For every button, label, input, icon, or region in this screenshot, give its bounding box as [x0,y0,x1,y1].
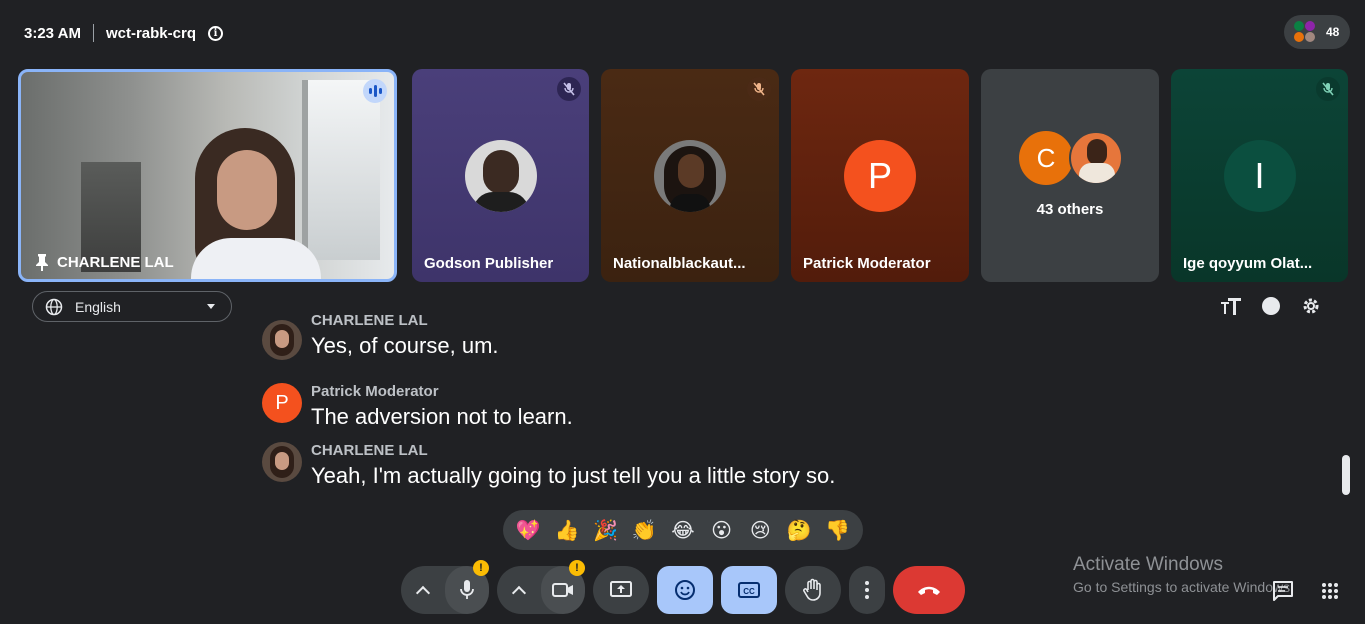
speaker-avatar: P [262,383,302,423]
reaction-thumbs-down[interactable]: 👎 [823,518,853,542]
more-options-button[interactable] [849,566,885,614]
leave-call-button[interactable] [893,566,965,614]
watermark-title: Activate Windows [1073,554,1223,575]
participant-name: Godson Publisher [424,255,554,272]
participant-video [191,128,321,279]
caption-speaker: Patrick Moderator [311,383,439,400]
meeting-code: wct-rabk-crq [105,24,196,42]
participant-avatar: P [844,140,916,212]
reaction-thumbs-up[interactable]: 👍 [552,518,582,542]
others-count-label: 43 others [1036,201,1104,218]
header-divider [92,24,94,42]
participant-name: Patrick Moderator [803,255,931,272]
chevron-up-icon [511,585,527,600]
participant-avatar [464,140,537,212]
participants-button[interactable]: 48 [1284,15,1350,49]
chat-button[interactable] [1270,578,1296,604]
camera-warning-badge: ! [569,560,585,576]
activities-button[interactable] [1317,578,1343,604]
gear-icon[interactable] [1300,295,1322,317]
caption-text: Yes, of course, um. [311,333,499,358]
emoji-reactions-button[interactable] [657,566,713,614]
participant-tile-ige[interactable]: I Ige qoyyum Olat... [1171,69,1348,282]
participant-tile-godson[interactable]: Godson Publisher [412,69,589,282]
watermark-subtitle: Go to Settings to activate Windows. [1073,579,1294,595]
reactions-bar: 💖 👍 🎉 👏 😂 😮 😢 🤔 👎 [503,510,863,550]
reaction-party-popper[interactable]: 🎉 [591,518,621,542]
participant-tile-patrick[interactable]: P Patrick Moderator [791,69,969,282]
font-color-icon[interactable] [1260,295,1282,317]
present-screen-icon [610,581,632,597]
camera-options-button[interactable] [497,566,541,614]
mic-control-group: ! [401,560,489,614]
activate-windows-watermark: Activate Windows Go to Settings to activ… [1073,554,1294,595]
mic-warning-badge: ! [473,560,489,576]
mic-off-icon [747,77,771,101]
caption-tools [1220,295,1322,317]
info-icon[interactable]: i [208,25,223,41]
speaker-avatar [262,442,302,482]
mic-off-icon [557,77,581,101]
meeting-header: 3:23 AM wct-rabk-crq i [24,22,223,44]
reaction-surprised[interactable]: 😮 [707,518,737,542]
others-avatar-photo [1069,131,1123,185]
camera-icon [552,583,573,597]
camera-button[interactable]: ! [541,560,585,614]
reaction-laughing[interactable]: 😂 [668,518,698,542]
captions-scrollbar[interactable] [1342,455,1350,495]
present-button[interactable] [593,566,649,614]
more-vert-icon [865,581,869,599]
others-tile[interactable]: C 43 others [981,69,1159,282]
chevron-up-icon [415,585,431,600]
participant-count: 48 [1326,25,1340,39]
caption-language-select[interactable]: English [32,291,232,322]
caption-entry: CHARLENE LAL Yes, of course, um. [262,312,499,360]
mic-off-icon [1316,77,1340,101]
chat-icon [1273,581,1293,601]
caption-entry: P Patrick Moderator The adversion not to… [262,383,573,431]
pin-icon[interactable] [35,253,49,271]
closed-captions-icon: CC [738,582,760,598]
reaction-thinking[interactable]: 🤔 [784,518,814,542]
pinned-participant-name: CHARLENE LAL [57,253,174,271]
emoji-icon [675,580,695,600]
reaction-crying[interactable]: 😢 [745,518,775,542]
camera-control-group: ! [497,560,585,614]
reaction-clapping[interactable]: 👏 [629,518,659,542]
participant-name: Ige qoyyum Olat... [1183,255,1313,272]
others-avatar-letter: C [1019,131,1073,185]
others-avatars: C [1019,131,1125,185]
participant-avatar: I [1223,140,1296,212]
mic-icon [460,580,474,599]
font-size-icon[interactable] [1220,295,1242,317]
participant-avatar [654,140,726,212]
caption-speaker: CHARLENE LAL [311,442,428,459]
end-call-icon [918,586,940,595]
apps-grid-icon [1322,583,1338,599]
participant-avatars-icon [1294,21,1316,43]
meeting-time: 3:23 AM [24,24,81,42]
globe-icon [45,298,63,315]
pinned-video-tile[interactable]: CHARLENE LAL [18,69,397,282]
pinned-name: CHARLENE LAL [35,253,174,271]
chevron-down-icon [207,304,215,309]
participant-tile-nationalblack[interactable]: Nationalblackaut... [601,69,779,282]
video-background-window [302,80,380,260]
captions-button[interactable]: CC [721,566,777,614]
caption-speaker: CHARLENE LAL [311,312,428,329]
speaking-indicator-icon [363,79,387,103]
mic-button[interactable]: ! [445,560,489,614]
caption-text: Yeah, I'm actually going to just tell yo… [311,463,836,488]
caption-entry: CHARLENE LAL Yeah, I'm actually going to… [262,442,835,490]
participant-name: Nationalblackaut... [613,255,746,272]
raise-hand-button[interactable] [785,566,841,614]
reaction-sparkling-heart[interactable]: 💖 [513,518,543,542]
caption-language-value: English [75,298,121,315]
hand-icon [803,578,821,601]
speaker-avatar [262,320,302,360]
mic-options-button[interactable] [401,566,445,614]
svg-text:CC: CC [743,587,755,596]
caption-text: The adversion not to learn. [311,404,573,429]
